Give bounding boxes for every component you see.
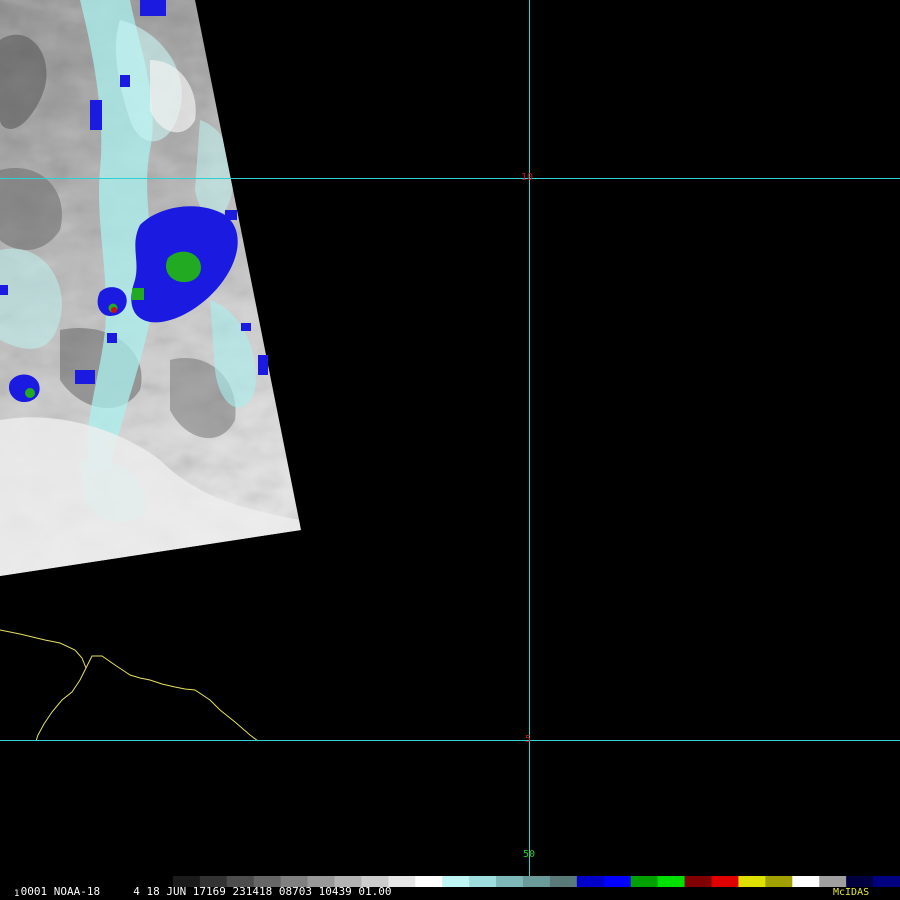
satellite-image-view: 10 5 50 1 0001 NOAA-18 4 18 JUN 17169 23… bbox=[0, 0, 900, 900]
color-scale-swatch bbox=[711, 876, 739, 887]
image-info-text: 0001 NOAA-18 4 18 JUN 17169 231418 08703… bbox=[14, 885, 392, 898]
color-scale-swatch bbox=[523, 876, 551, 887]
color-scale-swatch bbox=[657, 876, 686, 887]
latitude-label-10: 10 bbox=[521, 172, 534, 183]
satellite-imagery bbox=[0, 0, 900, 876]
longitude-label-50: 50 bbox=[523, 849, 536, 860]
color-scale-swatch bbox=[792, 876, 820, 887]
color-scale-swatch bbox=[415, 876, 443, 887]
latitude-label-5: 5 bbox=[525, 734, 532, 745]
color-scale-swatch bbox=[630, 876, 659, 887]
color-scale-swatch bbox=[738, 876, 766, 887]
color-scale-swatch bbox=[442, 876, 470, 887]
color-scale-swatch bbox=[388, 876, 416, 887]
coastline bbox=[0, 629, 259, 742]
color-scale-swatch bbox=[496, 876, 524, 887]
color-scale-swatch bbox=[576, 876, 605, 887]
color-scale-swatch bbox=[469, 876, 497, 887]
color-scale-swatch bbox=[846, 876, 874, 887]
color-scale-swatch bbox=[765, 876, 793, 887]
color-scale-swatch bbox=[873, 876, 900, 887]
color-scale-swatch bbox=[819, 876, 847, 887]
color-scale-swatch bbox=[549, 876, 578, 887]
color-scale-swatch bbox=[603, 876, 632, 887]
mcidas-brand-label: McIDAS bbox=[833, 887, 870, 898]
color-scale-swatch bbox=[684, 876, 712, 887]
